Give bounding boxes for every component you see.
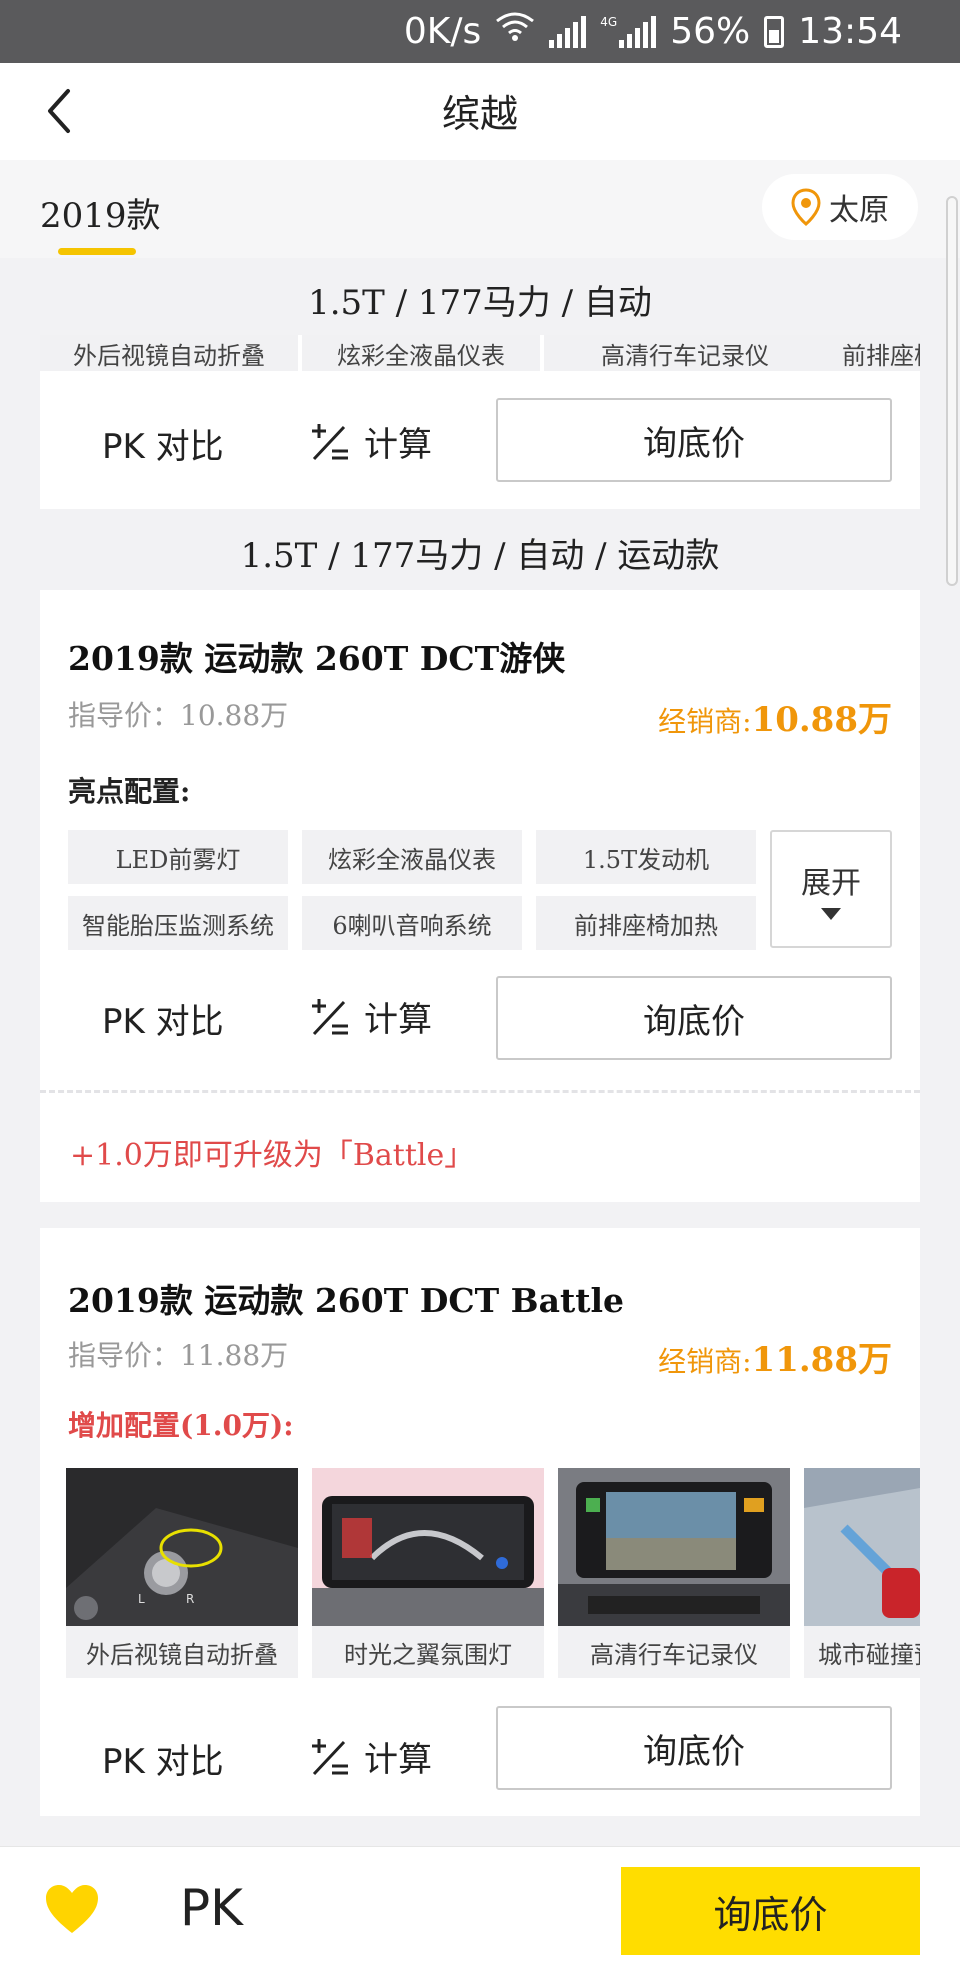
config-chip: 1.5T发动机 bbox=[536, 830, 756, 884]
heart-icon bbox=[46, 1885, 98, 1933]
config-chip: 外后视镜自动折叠 bbox=[40, 335, 298, 371]
cell-signal-icon bbox=[549, 15, 587, 48]
dealer-price-label: 经销商: bbox=[658, 705, 752, 738]
wifi-icon bbox=[495, 11, 535, 52]
guide-price: 指导价：11.88万 bbox=[68, 1339, 289, 1372]
model-card-partial: 外后视镜自动折叠 炫彩全液晶仪表 高清行车记录仪 前排座椅加热 PK 对比 计算… bbox=[40, 335, 920, 509]
inquiry-price-primary-button[interactable]: 询底价 bbox=[621, 1867, 920, 1955]
favorite-button[interactable] bbox=[44, 1883, 100, 1935]
expand-label: 展开 bbox=[801, 866, 861, 901]
feature-card[interactable]: L R 外后视镜自动折叠 bbox=[66, 1468, 298, 1678]
cell-4g-signal-icon: 4G bbox=[600, 14, 657, 48]
inquiry-price-button[interactable]: 询底价 bbox=[496, 398, 892, 482]
location-pin-icon bbox=[791, 188, 821, 226]
config-chip: 炫彩全液晶仪表 bbox=[302, 830, 522, 884]
city-selector[interactable]: 太原 bbox=[762, 174, 918, 240]
ambient-light-image bbox=[312, 1468, 544, 1626]
pk-compare-label: PK 对比 bbox=[102, 1002, 224, 1042]
section-title-standard: 1.5T / 177马力 / 自动 bbox=[308, 283, 652, 323]
page-title: 缤越 bbox=[441, 92, 518, 136]
feature-card[interactable]: 高清行车记录仪 bbox=[558, 1468, 790, 1678]
dealer-price: 经销商: 11.88万 bbox=[658, 1332, 892, 1381]
expand-config-button[interactable]: 展开 bbox=[770, 830, 892, 948]
bottom-action-bar: PK 询底价 bbox=[0, 1846, 960, 1973]
feature-card[interactable]: 城市碰撞预警 bbox=[804, 1468, 920, 1678]
config-chip: 智能胎压监测系统 bbox=[68, 896, 288, 950]
upgrade-link[interactable]: +1.0万即可升级为「Battle」 bbox=[70, 1130, 474, 1174]
calculator-plus-minus-icon bbox=[312, 998, 348, 1035]
svg-text:L: L bbox=[138, 1592, 145, 1606]
tab-active-indicator bbox=[58, 248, 136, 255]
tab-2019[interactable]: 2019款 bbox=[40, 188, 161, 237]
pk-compare-button[interactable]: PK 对比 bbox=[102, 994, 224, 1043]
dealer-price-value: 11.88万 bbox=[751, 1340, 892, 1380]
added-config-title: 增加配置(1.0万): bbox=[68, 1409, 294, 1442]
config-chip: LED前雾灯 bbox=[68, 830, 288, 884]
feature-caption: 城市碰撞预警 bbox=[818, 1640, 920, 1669]
config-chip: 高清行车记录仪 bbox=[544, 335, 826, 371]
calculate-label: 计算 bbox=[364, 1740, 432, 1780]
config-chip: 炫彩全液晶仪表 bbox=[302, 335, 540, 371]
inquiry-price-button[interactable]: 询底价 bbox=[496, 976, 892, 1060]
year-tab-bar: 2019款 太原 bbox=[0, 160, 960, 258]
city-name: 太原 bbox=[829, 193, 889, 228]
guide-price: 指导价：10.88万 bbox=[68, 699, 289, 732]
divider bbox=[40, 1090, 920, 1093]
battery-percent: 56% bbox=[670, 11, 751, 52]
config-chip: 前排座椅加热 bbox=[802, 335, 920, 371]
clock: 13:54 bbox=[798, 11, 902, 52]
mirror-fold-image: L R bbox=[66, 1468, 298, 1626]
svg-text:R: R bbox=[186, 1592, 194, 1606]
dealer-price-value: 10.88万 bbox=[751, 700, 892, 740]
network-type-label: 4G bbox=[600, 14, 618, 29]
feature-card[interactable]: 时光之翼氛围灯 bbox=[312, 1468, 544, 1678]
inquiry-price-button[interactable]: 询底价 bbox=[496, 1706, 892, 1790]
dash-recorder-image bbox=[558, 1468, 790, 1626]
caret-down-icon bbox=[821, 908, 841, 920]
collision-warning-image bbox=[804, 1468, 920, 1626]
config-chip: 6喇叭音响系统 bbox=[302, 896, 522, 950]
dealer-price-label: 经销商: bbox=[658, 1345, 752, 1378]
calculate-button[interactable]: 计算 bbox=[308, 1732, 432, 1781]
model-card-youxia[interactable]: 2019款 运动款 260T DCT游侠 指导价：10.88万 经销商: 10.… bbox=[40, 590, 920, 1202]
pk-compare-button[interactable]: PK 对比 bbox=[102, 419, 224, 468]
pk-compare-button[interactable]: PK 对比 bbox=[102, 1734, 224, 1783]
highlight-config-title: 亮点配置: bbox=[68, 775, 191, 808]
calculator-plus-minus-icon bbox=[312, 423, 348, 460]
model-card-battle[interactable]: 2019款 运动款 260T DCT Battle 指导价：11.88万 经销商… bbox=[40, 1228, 920, 1816]
pk-compare-label: PK 对比 bbox=[102, 1742, 224, 1782]
pk-compare-label: PK 对比 bbox=[102, 427, 224, 467]
status-bar: 0K/s 4G 56% 13:54 bbox=[0, 0, 960, 63]
calculate-button[interactable]: 计算 bbox=[308, 417, 432, 466]
calculate-label: 计算 bbox=[364, 1000, 432, 1040]
model-name: 2019款 运动款 260T DCT Battle bbox=[68, 1281, 624, 1320]
pk-compare-bottom-button[interactable]: PK bbox=[180, 1879, 243, 1937]
nav-header: 缤越 bbox=[0, 63, 960, 160]
feature-caption: 外后视镜自动折叠 bbox=[86, 1640, 278, 1669]
calculator-plus-minus-icon bbox=[312, 1738, 348, 1775]
calculate-button[interactable]: 计算 bbox=[308, 992, 432, 1041]
config-chip: 前排座椅加热 bbox=[536, 896, 756, 950]
network-speed: 0K/s bbox=[403, 11, 482, 52]
dealer-price: 经销商: 10.88万 bbox=[658, 692, 892, 741]
calculate-label: 计算 bbox=[364, 425, 432, 465]
battery-icon bbox=[764, 15, 785, 48]
model-name: 2019款 运动款 260T DCT游侠 bbox=[68, 639, 566, 678]
feature-caption: 时光之翼氛围灯 bbox=[344, 1640, 512, 1669]
feature-caption: 高清行车记录仪 bbox=[590, 1640, 758, 1669]
section-title-sport: 1.5T / 177马力 / 自动 / 运动款 bbox=[240, 536, 720, 576]
